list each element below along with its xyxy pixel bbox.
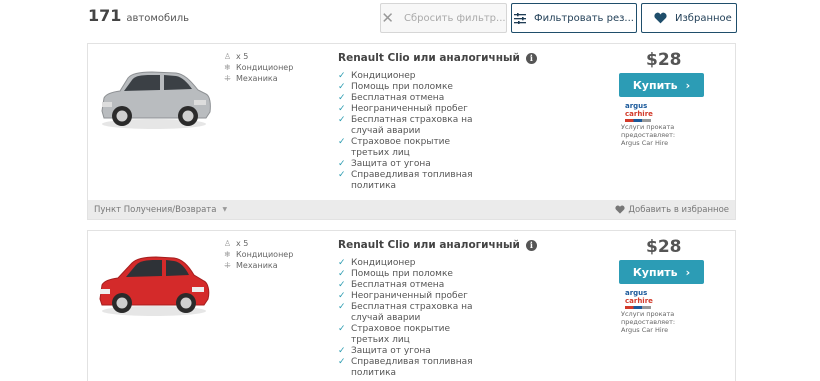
card-footer: Пункт Получения/Возврата ▼ Добавить в из… [88, 200, 735, 219]
snowflake-icon: ❄ [224, 63, 231, 72]
transmission-spec: ⁜ Механика [223, 260, 293, 271]
ac-spec: ❄ Кондиционер [223, 62, 293, 73]
check-icon: ✓ [338, 82, 346, 92]
car-title: Renault Clio или аналогичный i [338, 239, 537, 251]
buy-button[interactable]: Купить › [619, 260, 704, 284]
feature-item: ✓ Страховое покрытие третьих лиц [338, 324, 451, 345]
check-icon: ✓ [338, 269, 346, 279]
filter-results-label: Фильтровать рез... [534, 12, 634, 24]
feature-item: ✓ Неограниченный пробег [338, 104, 468, 114]
ac-value: Кондиционер [236, 63, 294, 72]
heart-icon [615, 205, 625, 214]
info-icon[interactable]: i [525, 52, 537, 64]
car-card: ♙ x 5 ❄ Кондиционер ⁜ Механика Renault C… [87, 43, 736, 220]
feature-item: ✓ Помощь при поломке [338, 269, 453, 279]
transmission-value: Механика [236, 261, 278, 270]
supplier-text: Услуги проката предоставляет: Argus Car … [621, 123, 676, 147]
sliders-icon [514, 12, 527, 24]
chevron-right-icon: › [685, 265, 691, 279]
price: $28 [646, 237, 682, 257]
gearbox-icon: ⁜ [224, 261, 231, 270]
feature-item: ✓ Бесплатная отмена [338, 280, 445, 290]
reset-filters-label: Сбросить фильтр... [404, 12, 506, 24]
feature-item: ✓ Справедливая топливная политика [338, 357, 473, 378]
gearbox-icon: ⁜ [224, 74, 231, 83]
feature-item: ✓ Бесплатная отмена [338, 93, 445, 103]
check-icon: ✓ [338, 159, 346, 169]
passengers-spec: ♙ x 5 [223, 238, 293, 249]
buy-button-label: Купить [632, 78, 678, 92]
feature-item: ✓ Страховое покрытие третьих лиц [338, 137, 451, 158]
passengers-spec: ♙ x 5 [223, 51, 293, 62]
check-icon: ✓ [338, 104, 346, 114]
filter-results-button[interactable]: Фильтровать рез... [511, 3, 637, 33]
check-icon: ✓ [338, 258, 346, 268]
ac-spec: ❄ Кондиционер [223, 249, 293, 260]
check-icon: ✓ [338, 115, 346, 125]
close-icon: ✕ [381, 9, 394, 27]
check-icon: ✓ [338, 291, 346, 301]
check-icon: ✓ [338, 137, 346, 147]
supplier-logo: argus carhire [625, 289, 653, 309]
results-count: 171 автомобиль [88, 6, 189, 25]
pickup-label: Пункт Получения/Возврата [94, 204, 217, 215]
heart-icon [654, 12, 667, 24]
feature-item: ✓ Неограниченный пробег [338, 291, 468, 301]
person-icon: ♙ [223, 52, 232, 61]
car-title-text: Renault Clio или аналогичный [338, 52, 520, 64]
check-icon: ✓ [338, 302, 346, 312]
feature-item: ✓ Защита от угона [338, 346, 431, 356]
transmission-value: Механика [236, 74, 278, 83]
feature-item: ✓ Помощь при поломке [338, 82, 453, 92]
caret-down-icon: ▼ [222, 206, 228, 213]
check-icon: ✓ [338, 170, 346, 180]
feature-item: ✓ Кондиционер [338, 258, 416, 268]
supplier-text: Услуги проката предоставляет: Argus Car … [621, 310, 676, 334]
info-icon[interactable]: i [525, 239, 537, 251]
features-list: ✓ Кондиционер ✓ Помощь при поломке ✓ Беспла… [338, 258, 476, 379]
car-card: ♙ x 5 ❄ Кондиционер ⁜ Механика Renault C… [87, 230, 736, 381]
features-list: ✓ Кондиционер ✓ Помощь при поломке ✓ Беспла… [338, 71, 476, 192]
supplier-logo: argus carhire [625, 102, 653, 122]
check-icon: ✓ [338, 93, 346, 103]
buy-button-label: Купить [632, 265, 678, 279]
snowflake-icon: ❄ [224, 250, 231, 259]
passengers-value: x 5 [236, 52, 249, 61]
car-title-text: Renault Clio или аналогичный [338, 239, 520, 251]
add-to-favorites-button[interactable]: Добавить в избранное [615, 205, 729, 215]
feature-item: ✓ Справедливая топливная политика [338, 170, 473, 191]
check-icon: ✓ [338, 324, 346, 334]
favorites-button[interactable]: Избранное [641, 3, 737, 33]
add-to-favorites-label: Добавить в избранное [628, 204, 729, 215]
person-icon: ♙ [223, 239, 232, 248]
car-image [101, 71, 211, 129]
favorites-label: Избранное [675, 12, 732, 24]
feature-item: ✓ Кондиционер [338, 71, 416, 81]
car-image [99, 256, 210, 316]
check-icon: ✓ [338, 346, 346, 356]
passengers-value: x 5 [236, 239, 249, 248]
check-icon: ✓ [338, 280, 346, 290]
check-icon: ✓ [338, 71, 346, 81]
reset-filters-button[interactable]: ✕ Сбросить фильтр... [380, 3, 507, 33]
car-specs: ♙ x 5 ❄ Кондиционер ⁜ Механика [223, 51, 293, 84]
chevron-right-icon: › [685, 78, 691, 92]
buy-button[interactable]: Купить › [619, 73, 704, 97]
results-count-label: автомобиль [126, 13, 189, 24]
transmission-spec: ⁜ Механика [223, 73, 293, 84]
price: $28 [646, 50, 682, 70]
results-count-number: 171 [88, 6, 122, 25]
feature-item: ✓ Бесплатная страховка на случай аварии [338, 302, 473, 323]
car-title: Renault Clio или аналогичный i [338, 52, 537, 64]
feature-item: ✓ Защита от угона [338, 159, 431, 169]
car-specs: ♙ x 5 ❄ Кондиционер ⁜ Механика [223, 238, 293, 271]
pickup-dropdown[interactable]: Пункт Получения/Возврата ▼ [94, 205, 227, 215]
feature-item: ✓ Бесплатная страховка на случай аварии [338, 115, 473, 136]
check-icon: ✓ [338, 357, 346, 367]
ac-value: Кондиционер [236, 250, 294, 259]
